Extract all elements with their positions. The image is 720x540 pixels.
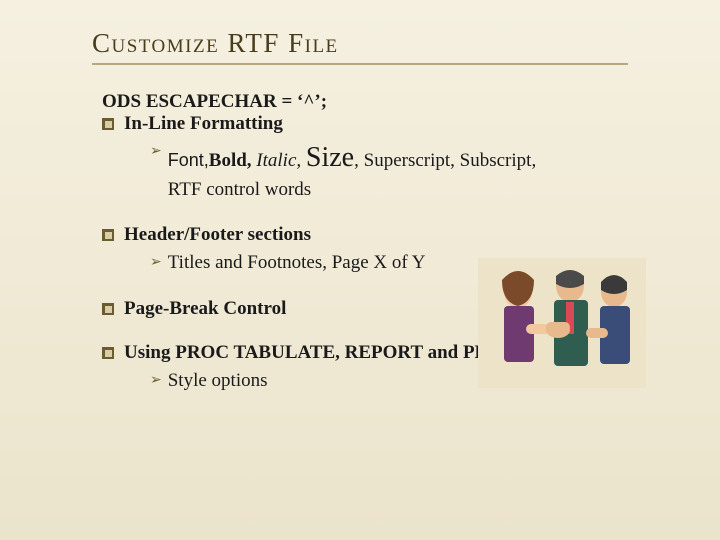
word-italic: Italic, <box>256 150 301 171</box>
square-bullet-icon <box>102 347 114 359</box>
inline-format-text: Font,Bold, Italic, Size, Superscript, Su… <box>168 139 536 202</box>
bullet-header-footer: Header/Footer sections <box>102 224 628 246</box>
bullet-label: Header/Footer sections <box>124 224 628 246</box>
sub-inline-formatting: ➢ Font,Bold, Italic, Size, Superscript, … <box>102 139 628 202</box>
bullet-inline-formatting: In-Line Formatting <box>102 113 628 135</box>
bullet-label: In-Line Formatting <box>124 113 628 135</box>
word-rtf: RTF control words <box>168 179 311 200</box>
slide-title: Customize RTF File <box>92 28 628 59</box>
word-bold: Bold, <box>209 150 252 171</box>
word-rest: , Superscript, Subscript, <box>354 150 536 171</box>
word-size: Size <box>306 142 354 173</box>
word-font: Font, <box>168 150 209 170</box>
sub-text: Titles and Footnotes, Page X of Y <box>168 250 426 276</box>
escapechar-line: ODS ESCAPECHAR = ‘^’; <box>102 91 628 113</box>
handshake-clipart-icon <box>478 258 646 388</box>
square-bullet-icon <box>102 118 114 130</box>
square-bullet-icon <box>102 229 114 241</box>
arrow-bullet-icon: ➢ <box>150 143 162 160</box>
arrow-bullet-icon: ➢ <box>150 372 162 389</box>
title-underline <box>92 63 628 65</box>
slide: Customize RTF File ODS ESCAPECHAR = ‘^’;… <box>0 0 720 540</box>
sub-text: Style options <box>168 368 268 394</box>
arrow-bullet-icon: ➢ <box>150 254 162 271</box>
square-bullet-icon <box>102 303 114 315</box>
